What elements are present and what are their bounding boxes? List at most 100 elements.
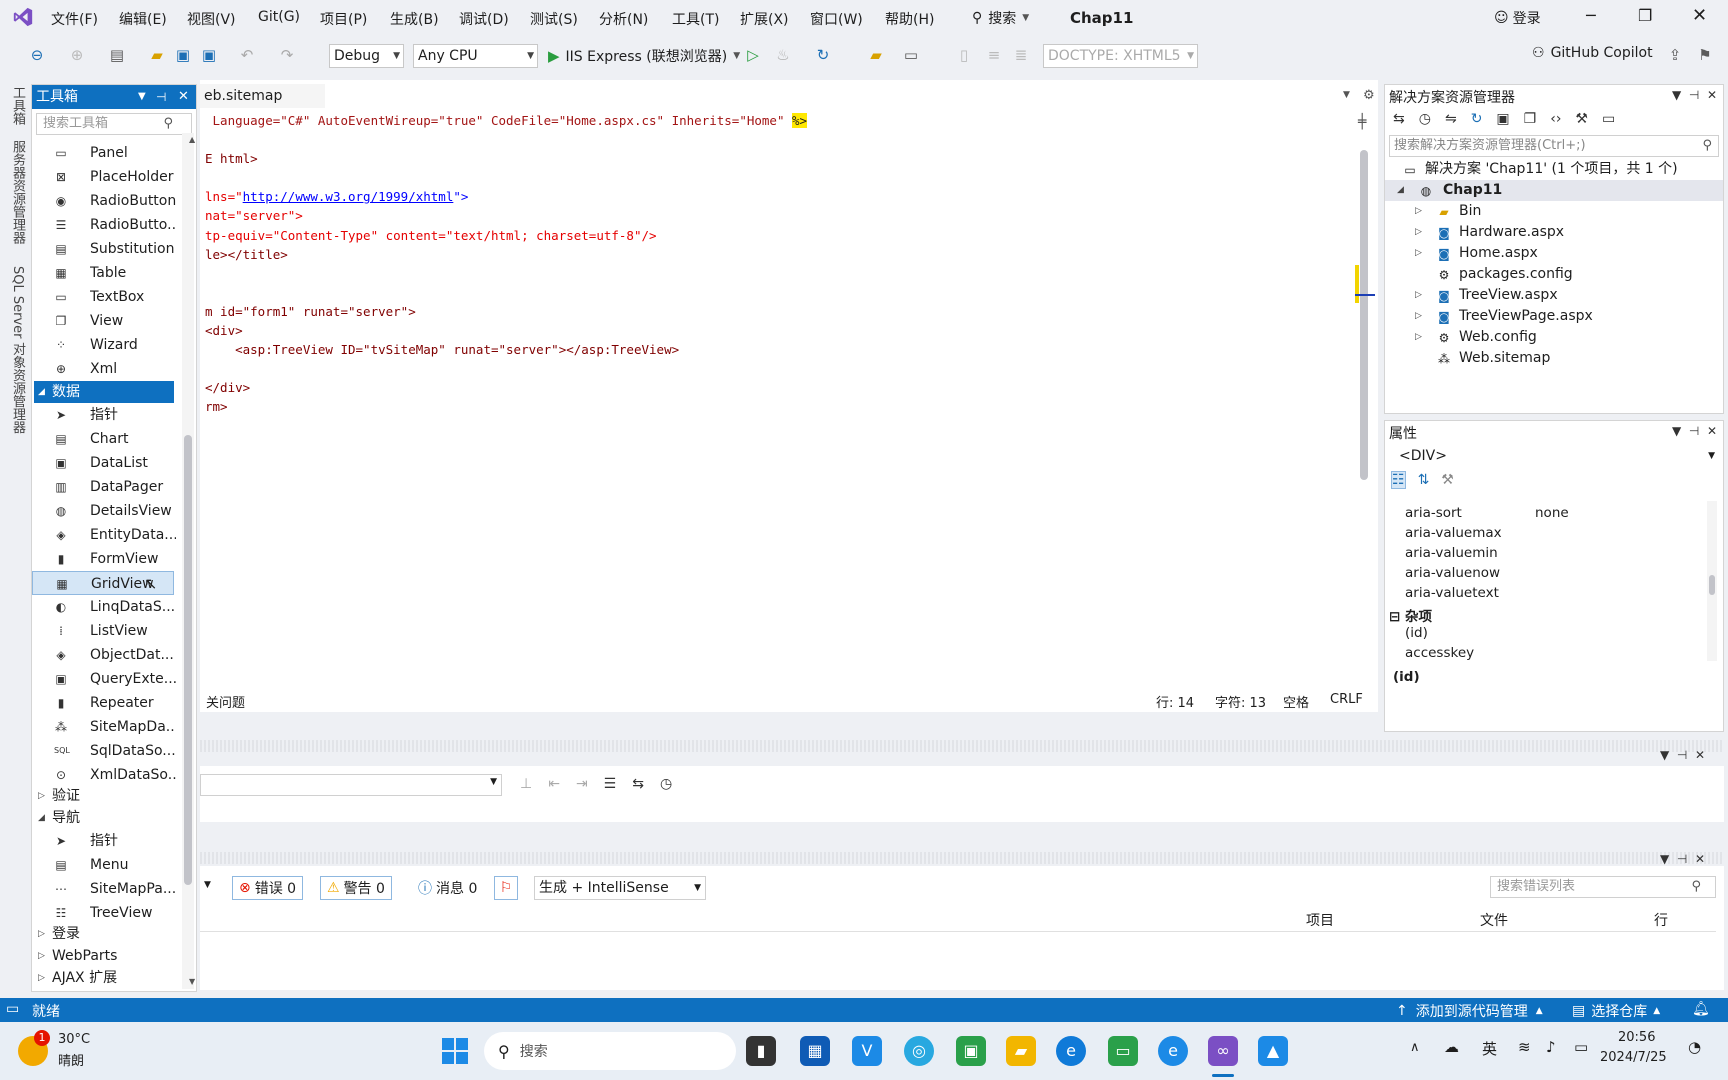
properties-object-select[interactable]: <DIV> ▼ (1389, 445, 1719, 467)
property-name[interactable]: aria-valuemin (1405, 545, 1498, 561)
toolbox-category-webparts[interactable]: ▷ WebParts (34, 945, 174, 967)
platform-select[interactable]: Any CPU ▼ (413, 44, 538, 68)
save-icon[interactable]: ▣ (174, 46, 192, 64)
next-message-icon[interactable]: ⇥ (576, 776, 588, 792)
weather-description[interactable]: 晴朗 (58, 1050, 84, 1069)
toolbox-category-data[interactable]: ◢ 数据 (34, 381, 174, 403)
issues-indicator[interactable]: 关问题 (206, 692, 245, 711)
menu-build[interactable]: 生成(B) (390, 9, 439, 29)
share-icon[interactable]: ⇪ (1666, 46, 1684, 64)
menu-test[interactable]: 测试(S) (530, 9, 578, 29)
task-view-icon[interactable]: ▮ (746, 1036, 776, 1066)
whitespace-indicator[interactable]: 空格 (1283, 692, 1309, 711)
scroll-down-icon[interactable]: ▼ (189, 977, 195, 986)
tree-item-web-config[interactable]: ▷ ⚙ Web.config (1385, 327, 1723, 348)
pin-icon[interactable]: ⊣ (156, 85, 166, 109)
pane-controls[interactable]: ▼ ⊣ ✕ (1660, 852, 1705, 866)
app-browser-icon[interactable]: e (1158, 1036, 1188, 1066)
menu-extensions[interactable]: 扩展(X) (740, 9, 789, 29)
pane-controls[interactable]: ▼ ⊣ ✕ (1660, 748, 1705, 762)
tree-item-packages-config[interactable]: ⚙ packages.config (1385, 264, 1723, 285)
clock-icon[interactable]: ◷ (660, 776, 672, 792)
property-name[interactable]: aria-valuenow (1405, 565, 1500, 581)
windows-start-icon[interactable] (440, 1036, 470, 1066)
file-explorer-icon[interactable]: ▰ (1006, 1036, 1036, 1066)
property-name[interactable]: aria-valuemax (1405, 525, 1502, 541)
browser-link-icon[interactable]: ▰ (867, 46, 885, 64)
toolbox-item-wizard[interactable]: ⁘ Wizard (32, 333, 174, 357)
toolbox-search-input[interactable]: 搜索工具箱 ⚲ (36, 113, 192, 135)
select-repository-button[interactable]: ▤ 选择仓库 ▲ (1572, 1001, 1660, 1021)
toolbox-item-queryextender[interactable]: ▣ QueryExte... (32, 667, 176, 691)
clear-all-icon[interactable]: ☰ (604, 776, 617, 792)
prev-message-icon[interactable]: ⇤ (548, 776, 560, 792)
line-indicator[interactable]: 行: 14 (1156, 692, 1194, 711)
filter-icon[interactable]: ⚐ (494, 876, 518, 900)
taskbar-search-box[interactable]: ⚲ 搜索 (484, 1032, 736, 1070)
open-folder-icon[interactable]: ▰ (148, 46, 166, 64)
toolbox-item-objectdatasource[interactable]: ◈ ObjectDat... (32, 643, 174, 667)
outdent-icon[interactable]: ≣ (1012, 46, 1030, 64)
app-green-icon[interactable]: ▣ (956, 1036, 986, 1066)
toolbox-item-radiobutton[interactable]: ◉ RadioButton (32, 189, 176, 213)
menu-debug[interactable]: 调试(D) (459, 9, 509, 29)
start-without-debugging-icon[interactable]: ▷ (744, 46, 762, 64)
toolbox-item-view[interactable]: ❐ View (32, 309, 174, 333)
property-name[interactable]: (id) (1405, 625, 1428, 641)
menu-edit[interactable]: 编辑(E) (119, 9, 167, 29)
menu-analyze[interactable]: 分析(N) (599, 9, 648, 29)
ime-indicator[interactable]: 英 (1482, 1038, 1497, 1059)
restore-button[interactable]: ❐ (1638, 6, 1652, 25)
errorlist-search-input[interactable]: 搜索错误列表 ⚲ (1490, 876, 1716, 898)
weather-temperature[interactable]: 30°C (58, 1032, 90, 1047)
toolbox-category-login[interactable]: ▷ 登录 (34, 923, 174, 945)
property-name[interactable]: aria-valuetext (1405, 585, 1499, 601)
close-button[interactable]: ✕ (1692, 5, 1707, 26)
properties-icon[interactable]: ⚒ (1575, 111, 1588, 127)
column-line[interactable]: 行 (1654, 910, 1668, 930)
toolbox-category-ajax[interactable]: ▷ AJAX 扩展 (34, 967, 174, 989)
run-button[interactable]: ▶ IIS Express (联想浏览器) ▼ (548, 46, 740, 66)
toolbox-category-validation[interactable]: ▷ 验证 (34, 785, 174, 807)
toolbox-item-entitydatasource[interactable]: ◈ EntityData... (32, 523, 176, 547)
toolbox-category-navigation[interactable]: ◢ 导航 (34, 807, 174, 829)
visual-studio-taskbar-icon[interactable]: ∞ (1208, 1036, 1238, 1066)
show-all-files-icon[interactable]: ❐ (1524, 111, 1537, 127)
feedback-icon[interactable]: ⚑ (1696, 46, 1714, 64)
property-name[interactable]: aria-sort (1405, 505, 1462, 521)
hot-reload-icon[interactable]: ♨ (774, 46, 792, 64)
toolbox-item-substitution[interactable]: ▤ Substitution (32, 237, 174, 261)
toolbox-item-sitemapdatasource[interactable]: ⁂ SiteMapDa... (32, 715, 176, 739)
toolbox-item-radiobuttonlist[interactable]: ☰ RadioButto... (32, 213, 176, 237)
close-icon[interactable]: ✕ (178, 85, 189, 109)
pane-controls[interactable]: ▼ ⊣ ✕ (1672, 424, 1717, 438)
toolbox-item-detailsview[interactable]: ◍ DetailsView (32, 499, 174, 523)
volume-icon[interactable]: ♪ (1546, 1038, 1556, 1056)
scope-dropdown-icon[interactable]: ▼ (204, 880, 211, 890)
toolbox-item-pointer[interactable]: ➤ 指针 (32, 403, 174, 427)
solution-search-input[interactable]: 搜索解决方案资源管理器(Ctrl+;) ⚲ (1389, 135, 1719, 157)
format-icon[interactable]: ▯ (955, 46, 973, 64)
properties-scrollbar-thumb[interactable] (1709, 575, 1715, 595)
view-code-icon[interactable]: ‹› (1550, 111, 1561, 127)
toolbox-item-sqldatasource[interactable]: SQL SqlDataSo... (32, 739, 176, 763)
solution-node[interactable]: ▭ 解决方案 'Chap11' (1 个项目，共 1 个) (1385, 159, 1723, 180)
sync-icon[interactable]: ⇆ (1393, 111, 1405, 127)
toolbox-item-placeholder[interactable]: ⊠ PlaceHolder (32, 165, 174, 189)
toolbox-scrollbar-thumb[interactable] (184, 435, 192, 885)
strip-sql-explorer-tab[interactable]: SQL Server 对象资源管理器 (8, 266, 27, 434)
tree-item-web-sitemap[interactable]: ⁂ Web.sitemap (1385, 348, 1723, 369)
wifi-icon[interactable]: ≋ (1518, 1038, 1531, 1056)
toolbox-item-linqdatasource[interactable]: ◐ LinqDataS... (32, 595, 175, 619)
tree-item-treeviewpage-aspx[interactable]: ▷ ◙ TreeViewPage.aspx (1385, 306, 1723, 327)
toolbox-item-xml[interactable]: ⊕ Xml (32, 357, 174, 381)
column-indicator[interactable]: 字符: 13 (1215, 692, 1266, 711)
menu-window[interactable]: 窗口(W) (810, 9, 863, 29)
split-icon[interactable]: ╪ (1358, 114, 1366, 130)
layout-icon[interactable]: ▭ (902, 46, 920, 64)
menu-file[interactable]: 文件(F) (51, 9, 98, 29)
errors-filter-button[interactable]: ⊗ 错误 0 (232, 876, 304, 900)
pane-controls[interactable]: ▼ ⊣ ✕ (1672, 88, 1717, 102)
tree-item-bin[interactable]: ▷ ▰ Bin (1385, 201, 1723, 222)
chevron-up-icon[interactable]: ∧ (1410, 1040, 1420, 1055)
